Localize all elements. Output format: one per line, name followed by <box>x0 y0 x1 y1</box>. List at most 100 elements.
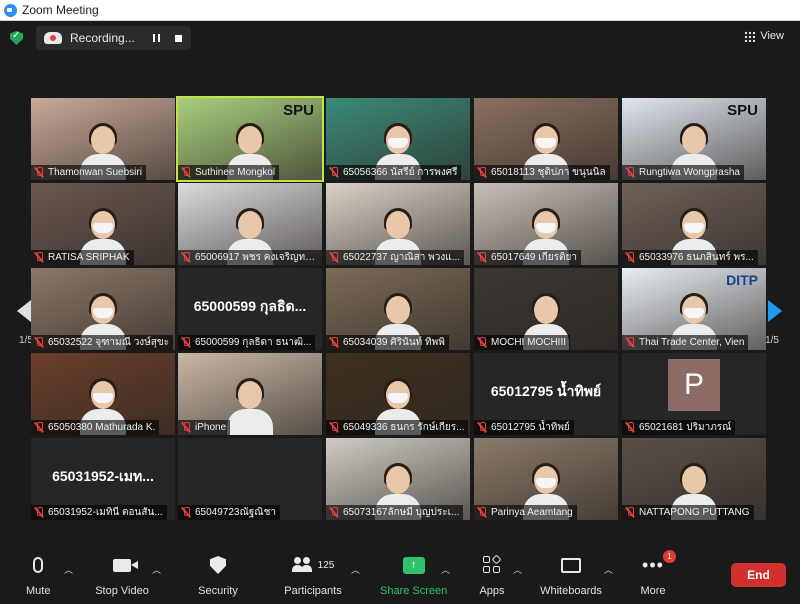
participants-button[interactable]: 125 Participants <box>282 553 344 597</box>
muted-microphone-icon <box>181 507 191 518</box>
participant-name-bar: Thai Trade Center, Vien <box>622 335 749 350</box>
share-screen-button[interactable]: ↑ Share Screen <box>380 553 447 597</box>
participant-name: 65050380 Mathurada K. <box>48 422 156 433</box>
window-title: Zoom Meeting <box>22 3 99 17</box>
encryption-shield-icon[interactable] <box>10 31 23 45</box>
participant-name: 65012795 น้ำทิพย์ <box>491 422 570 433</box>
participant-name: Rungtiwa Wongprasha <box>639 167 740 178</box>
participant-name: 65018113 ชุติปภา ขนุนนิล <box>491 167 606 178</box>
gallery-view: 1/5 1/5 Thamonwan Suebsiri SPU Suthinee Mo… <box>0 55 800 547</box>
participant-tile[interactable]: 65012795 น้ำทิพย์ 65012795 น้ำทิพย์ <box>474 353 618 435</box>
recording-label: Recording... <box>70 31 135 45</box>
stop-recording-button[interactable] <box>170 30 186 46</box>
mute-label: Mute <box>26 585 51 597</box>
participant-tile[interactable]: DITP Thai Trade Center, Vien <box>622 268 766 350</box>
mute-button[interactable]: Mute <box>26 553 50 597</box>
background-logo: DITP <box>726 272 758 288</box>
participant-display-name: 65012795 น้ำทิพย์ <box>490 383 602 399</box>
participant-name-bar: 65006917 พชร คงเจริญทร... <box>178 250 322 265</box>
muted-microphone-icon <box>181 252 191 263</box>
stop-video-button[interactable]: Stop Video <box>94 553 150 597</box>
avatar: P <box>668 359 720 411</box>
meeting-controls-toolbar: Mute ︿ Stop Video ︿ Security 125 Partici… <box>0 547 800 604</box>
participant-name: 65033976 ธนภสินทร์ พร... <box>639 252 754 263</box>
participant-name-bar: 65000599 กุลธิดา ธนาฒิ... <box>178 335 316 350</box>
participant-tile[interactable]: 65050380 Mathurada K. <box>31 353 175 435</box>
whiteboards-options-chevron-icon[interactable]: ︿ <box>604 563 613 576</box>
apps-options-chevron-icon[interactable]: ︿ <box>513 563 522 576</box>
participant-name-bar: 65034039 ศิรินันท์ ทิพพิ <box>326 335 449 350</box>
share-screen-icon: ↑ <box>402 556 425 574</box>
participant-tile[interactable]: iPhone <box>178 353 322 435</box>
cloud-recording-icon <box>44 32 62 44</box>
participant-name-bar: 65056366 นัสรีย์ การพงศรี <box>326 165 462 180</box>
microphone-icon <box>33 557 44 573</box>
next-page-arrow-icon[interactable] <box>768 300 782 322</box>
participant-name: 65000599 กุลธิดา ธนาฒิ... <box>195 337 312 348</box>
participant-name-bar: 65031952-เมทินี ตอนสัน... <box>31 505 167 520</box>
participant-tile[interactable]: Parinya Aeamtang <box>474 438 618 520</box>
muted-microphone-icon <box>181 422 191 433</box>
participant-tile[interactable]: 65017649 เกียรติยา <box>474 183 618 265</box>
participant-tile[interactable]: SPU Rungtiwa Wongprasha <box>622 98 766 180</box>
participant-display-name: 65031952-เมท... <box>52 468 154 484</box>
participants-options-chevron-icon[interactable]: ︿ <box>351 563 360 576</box>
muted-microphone-icon <box>34 167 44 178</box>
participant-name: 65006917 พชร คงเจริญทร... <box>195 252 318 263</box>
participant-name-bar: MOCHI MOCHIII <box>474 335 570 350</box>
participant-figure <box>227 377 273 435</box>
participant-tile[interactable]: 65034039 ศิรินันท์ ทิพพิ <box>326 268 470 350</box>
muted-microphone-icon <box>329 337 339 348</box>
apps-icon <box>483 554 502 574</box>
video-options-chevron-icon[interactable]: ︿ <box>152 563 161 576</box>
participant-name: 65073167ลักษมี บุญประเ... <box>343 507 460 518</box>
share-options-chevron-icon[interactable]: ︿ <box>441 563 450 576</box>
participant-tile[interactable]: 65031952-เมท... 65031952-เมทินี ตอนสัน... <box>31 438 175 520</box>
audio-options-chevron-icon[interactable]: ︿ <box>64 563 73 576</box>
background-logo: SPU <box>727 102 758 119</box>
participant-tile[interactable]: RATISA SRIPHAK <box>31 183 175 265</box>
apps-button[interactable]: Apps <box>478 553 506 597</box>
participant-name-bar: 65012795 น้ำทิพย์ <box>474 420 574 435</box>
participant-tile[interactable]: 65056366 นัสรีย์ การพงศรี <box>326 98 470 180</box>
muted-microphone-icon <box>477 252 487 263</box>
more-dots-icon: ••• <box>642 555 664 575</box>
pause-recording-button[interactable] <box>148 30 164 46</box>
participant-tile[interactable]: P 65021681 ปริมาภรณ์ <box>622 353 766 435</box>
end-meeting-button[interactable]: End <box>731 563 786 587</box>
participants-count: 125 <box>317 559 335 571</box>
participant-tile[interactable]: SPU Suthinee Mongkol <box>176 96 324 182</box>
muted-microphone-icon <box>625 337 635 348</box>
muted-microphone-icon <box>625 252 635 263</box>
security-label: Security <box>198 585 238 597</box>
muted-microphone-icon <box>329 252 339 263</box>
participant-tile[interactable]: 65006917 พชร คงเจริญทร... <box>178 183 322 265</box>
whiteboards-label: Whiteboards <box>540 585 602 597</box>
muted-microphone-icon <box>477 507 487 518</box>
participant-tile[interactable]: 65018113 ชุติปภา ขนุนนิล <box>474 98 618 180</box>
participant-tile[interactable]: 65049336 ธนกร รักษ์เกียร... <box>326 353 470 435</box>
participant-tile[interactable]: 65033976 ธนภสินทร์ พร... <box>622 183 766 265</box>
participant-display-name: 65000599 กุลธิด... <box>193 298 307 314</box>
participant-tile[interactable]: 65073167ลักษมี บุญประเ... <box>326 438 470 520</box>
security-button[interactable]: Security <box>197 553 239 597</box>
participant-tile[interactable]: Thamonwan Suebsiri <box>31 98 175 180</box>
stop-icon <box>174 34 182 42</box>
participant-name: 65022737 ญาณิสา พวงแ... <box>343 252 461 263</box>
more-button[interactable]: ••• 1 More <box>639 550 676 597</box>
participant-tile[interactable]: 65032522 จุฑามณี วงษ์สุขะ <box>31 268 175 350</box>
more-label: More <box>640 585 666 597</box>
participant-tile[interactable]: 65000599 กุลธิด... 65000599 กุลธิดา ธนาฒิ… <box>178 268 322 350</box>
participant-tile[interactable]: 65049723ณัฐณิชา <box>178 438 322 520</box>
participant-tile[interactable]: NATTAPONG PUTTANG <box>622 438 766 520</box>
grid-view-icon <box>744 30 756 42</box>
participant-name-bar: Parinya Aeamtang <box>474 505 577 520</box>
muted-microphone-icon <box>477 337 487 348</box>
muted-microphone-icon <box>477 422 487 433</box>
view-button[interactable]: View <box>744 30 784 42</box>
participant-tile[interactable]: MOCHI MOCHIII <box>474 268 618 350</box>
whiteboards-button[interactable]: Whiteboards <box>539 553 603 597</box>
previous-page-arrow-icon[interactable] <box>17 300 31 322</box>
participant-name: MOCHI MOCHIII <box>491 337 566 348</box>
participant-tile[interactable]: 65022737 ญาณิสา พวงแ... <box>326 183 470 265</box>
